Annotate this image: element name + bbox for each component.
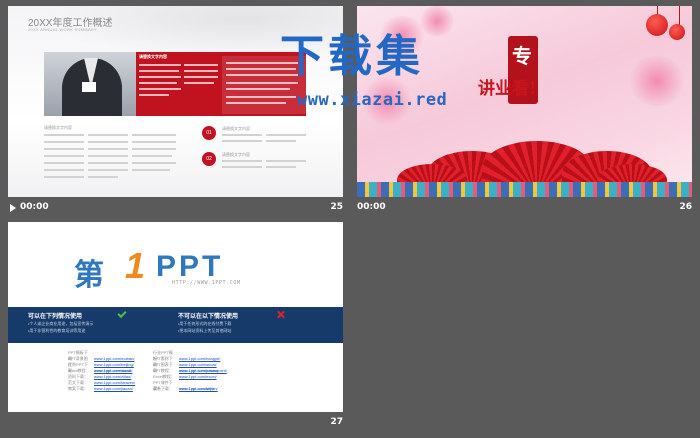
forbidden-title: 不可以在以下情况使用 <box>178 314 239 320</box>
slide-meta-25: 00:00 25 <box>8 201 343 215</box>
check-icon <box>117 308 127 319</box>
watermark-title: 下载集 <box>280 31 424 82</box>
slide-number: 27 <box>330 417 343 427</box>
allowed-title: 可以在下列情况使用 <box>28 314 83 320</box>
slide-timing: 00:00 <box>20 202 49 212</box>
watermark-url: www.xiazai.red <box>297 90 448 110</box>
logo-one: 1 <box>125 245 146 286</box>
usage-band: 可以在下列情况使用 •个人或企业商业用途，包括宣传演示 •用于非营利性的教育培训… <box>8 307 343 343</box>
slide-meta-26: 00:00 26 <box>357 201 692 215</box>
logo-prefix: 第 <box>74 259 107 292</box>
auspicious-cloud-border <box>357 182 692 197</box>
logo-url: HTTP://WWW.1PPT.COM <box>172 280 241 286</box>
item-number-01: 01 <box>202 126 216 140</box>
slide-number: 26 <box>679 202 692 212</box>
slide-meta-27: 27 <box>8 416 343 430</box>
item-label-01: 请替换文字内容 <box>222 126 250 131</box>
lantern-icon <box>646 14 668 36</box>
slogan-text: 讲业看! <box>478 79 537 99</box>
item-label-02: 请替换文字内容 <box>222 152 250 157</box>
list-item[interactable]: 试卷下载： www.1ppt.com/shiti/ <box>153 386 214 392</box>
item-number-02: 02 <box>202 152 216 166</box>
forbidden-line: •用于任何形式的在线付费下载 <box>178 321 232 326</box>
allowed-line: •用于非营利性的教育培训等用途 <box>28 328 86 333</box>
section-label: 请替换文字内容 <box>44 125 72 130</box>
red-panel-heading: 请替换文字内容 <box>139 54 167 59</box>
slide-subtitle: 20XX ANNUAL WORK SUMMARY <box>28 27 97 32</box>
allowed-line: •个人或企业商业用途，包括宣传演示 <box>28 321 94 326</box>
close-icon <box>276 310 285 319</box>
logo-suffix: PPT <box>156 250 224 283</box>
play-icon[interactable] <box>10 204 16 212</box>
list-item[interactable]: 教案下载： www.1ppt.com/jiaoan/ <box>68 386 133 392</box>
lantern-icon <box>669 24 685 40</box>
badge-char: 专 <box>512 44 532 68</box>
slide-number: 25 <box>330 202 343 212</box>
slide-timing: 00:00 <box>357 202 386 212</box>
businessman-photo <box>44 52 136 116</box>
slide-thumbnail-27[interactable]: 第 1 PPT HTTP://WWW.1PPT.COM 可以在下列情况使用 •个… <box>8 222 343 412</box>
forbidden-line: •把本网站资料上传至其他网站 <box>178 328 232 333</box>
